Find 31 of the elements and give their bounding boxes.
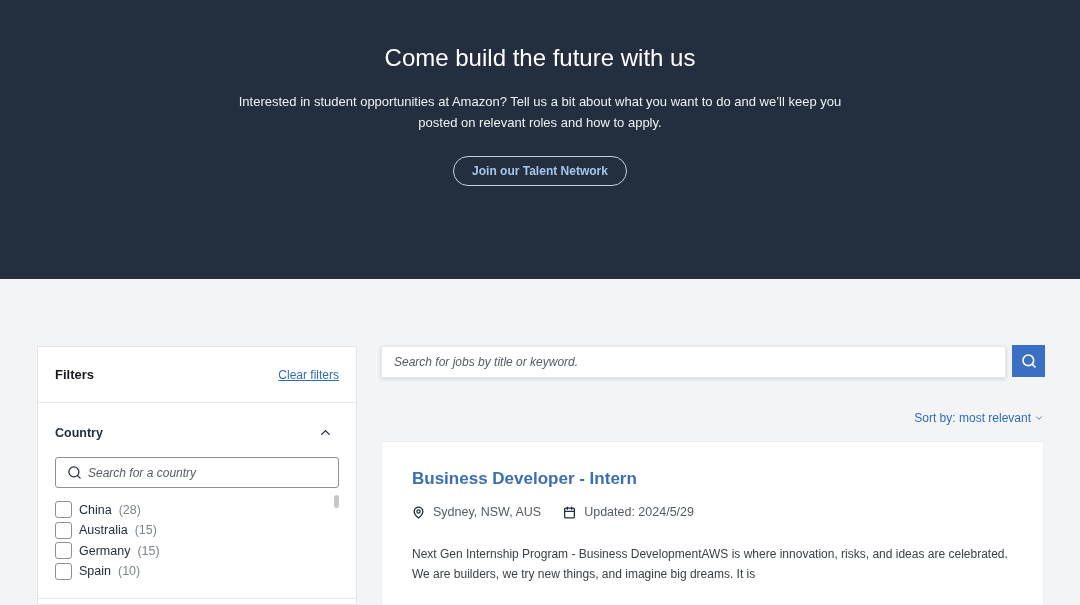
scrollbar-thumb[interactable] [334, 495, 339, 508]
option-count: (28) [118, 502, 141, 517]
option-count: (10) [118, 564, 141, 578]
checkbox[interactable] [55, 521, 72, 539]
search-button[interactable] [1012, 345, 1045, 377]
option-label: Spain [79, 564, 111, 578]
option-label: Germany [79, 543, 131, 558]
filter-section-title: Country [55, 425, 103, 440]
option-label: China [79, 502, 112, 517]
search-icon [1020, 353, 1037, 369]
job-location: Sydney, NSW, AUS [433, 505, 542, 519]
hero-title: Come build the future with us [384, 44, 696, 72]
job-description: Next Gen Internship Program - Business DevelopmentAWS is where innovation, risks, and ideas are celebrated. We are builders, we try new things, and imagine big dreams. It is [412, 546, 1009, 583]
sort-dropdown[interactable]: Sort by: most relevant [914, 411, 1044, 425]
location-pin-icon [412, 505, 425, 519]
caret-icon [1034, 413, 1044, 423]
checkbox[interactable] [55, 501, 72, 518]
calendar-icon [563, 505, 577, 519]
option-count: (15) [134, 523, 157, 537]
search-icon [67, 465, 82, 480]
filters-title: Filters [55, 367, 94, 382]
job-title-link[interactable]: Business Developer - Intern [412, 468, 637, 490]
checkbox[interactable] [55, 542, 72, 559]
job-updated-date: Updated: 2024/5/29 [584, 505, 694, 519]
job-search-field[interactable]: Search for jobs by title or keyword. [381, 346, 1006, 378]
option-label: Australia [79, 523, 128, 537]
checkbox[interactable] [55, 562, 72, 580]
country-search-field[interactable]: Search for a country [55, 457, 339, 488]
clear-filters-link[interactable]: Clear filters [278, 367, 339, 382]
option-count: (15) [137, 543, 160, 558]
hero-description: Interested in student opportunities at Amazon? Tell us a bit about what you want to do and we’ll keep you posted on relevant roles and how to apply. [237, 93, 843, 132]
